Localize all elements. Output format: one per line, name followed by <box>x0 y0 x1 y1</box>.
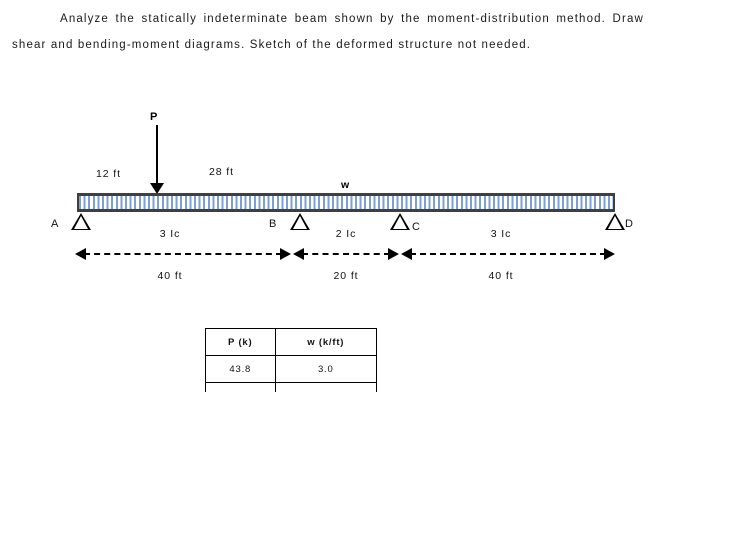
span-cd-stiffness: 3 Ic <box>490 228 512 240</box>
dimension-dash <box>410 253 606 255</box>
table-cell-empty-right <box>274 382 378 392</box>
support-label-a: A <box>51 218 59 230</box>
uniform-load-hatch-icon <box>77 193 615 212</box>
span-bc-length: 20 ft <box>333 270 359 282</box>
dimension-line-ab <box>75 248 291 260</box>
span-cd-length: 40 ft <box>488 270 514 282</box>
span-bc-stiffness: 2 Ic <box>335 228 357 240</box>
parameter-table: P (k) w (k/ft) 43.8 3.0 <box>205 328 378 392</box>
support-a-icon <box>71 213 91 230</box>
point-load-label: P <box>150 111 158 123</box>
dim-label-12ft: 12 ft <box>96 168 121 180</box>
support-label-c: C <box>412 221 420 233</box>
table-cell-w-value: 3.0 <box>274 355 378 383</box>
beam-diagram: P 12 ft 28 ft w A B C D 3 Ic 40 ft 2 Ic … <box>0 100 754 300</box>
support-label-b: B <box>269 218 277 230</box>
dimension-line-bc <box>293 248 399 260</box>
table-header-w: w (k/ft) <box>274 328 378 356</box>
table-cell-empty-left <box>205 382 276 392</box>
table-cell-p-value: 43.8 <box>205 355 276 383</box>
problem-text: Analyze the statically indeterminate bea… <box>12 13 644 51</box>
table-header-row: P (k) w (k/ft) <box>205 328 378 356</box>
arrow-right-icon <box>280 248 291 260</box>
point-load-arrow-stem <box>156 125 158 187</box>
table-row-clipped <box>205 382 378 392</box>
arrow-right-icon <box>388 248 399 260</box>
dim-label-28ft: 28 ft <box>209 166 234 178</box>
distributed-load-label: w <box>341 179 350 191</box>
dimension-line-cd <box>401 248 615 260</box>
support-label-d: D <box>625 218 633 230</box>
dimension-dash <box>84 253 282 255</box>
arrow-right-icon <box>604 248 615 260</box>
table-header-p: P (k) <box>205 328 276 356</box>
table-row: 43.8 3.0 <box>205 355 378 383</box>
span-ab-stiffness: 3 Ic <box>159 228 181 240</box>
dimension-dash <box>302 253 390 255</box>
problem-statement: Analyze the statically indeterminate bea… <box>12 6 644 58</box>
span-ab-length: 40 ft <box>157 270 183 282</box>
support-d-icon <box>605 213 625 230</box>
